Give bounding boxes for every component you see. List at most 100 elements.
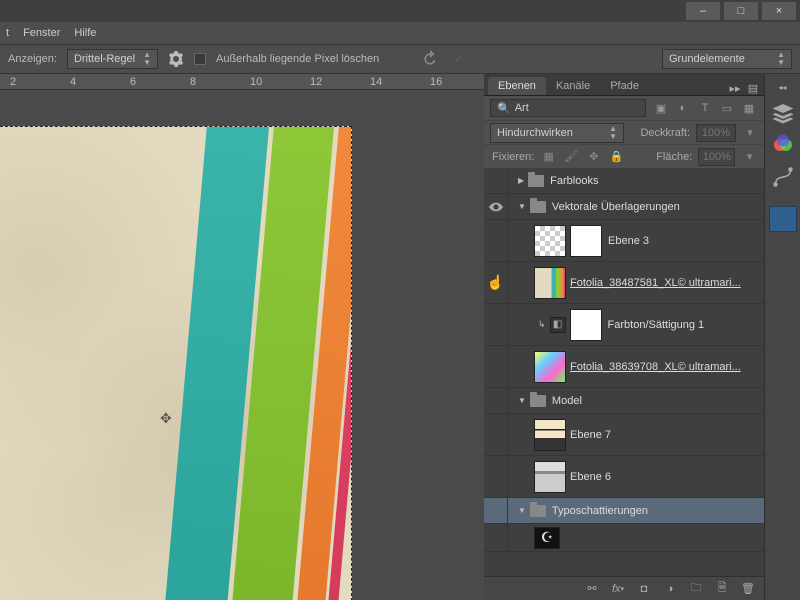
overlay-dropdown[interactable]: Drittel-Regel ▲▼ <box>67 49 158 69</box>
blend-mode-dropdown[interactable]: Hindurchwirken ▲▼ <box>490 123 624 143</box>
workspace-dropdown[interactable]: Grundelemente ▲▼ <box>662 49 792 69</box>
layer-thumbnail[interactable] <box>534 267 566 299</box>
fill-input[interactable]: 100% <box>698 148 735 166</box>
layer-partial[interactable] <box>484 524 764 552</box>
layer-name[interactable]: Ebene 7 <box>570 429 611 441</box>
layer-name[interactable]: Vektorale Überlagerungen <box>552 201 680 213</box>
layers-list[interactable]: ▶ Farblooks ▼ Vektorale Überlagerungen Ebe… <box>484 168 764 576</box>
layer-fotolia1[interactable]: ☝ Fotolia_38487581_XL© ultramari... <box>484 262 764 304</box>
disclosure-triangle-icon[interactable]: ▼ <box>518 202 526 211</box>
layers-panel-icon[interactable] <box>769 100 797 126</box>
ruler-tick: 14 <box>370 76 382 88</box>
delete-pixels-checkbox[interactable] <box>194 53 206 65</box>
filter-smart-icon[interactable]: ▦ <box>740 100 758 116</box>
window-maximize-button[interactable]: □ <box>724 2 758 20</box>
fill-scrub-icon[interactable]: ▾ <box>741 149 758 165</box>
document-canvas[interactable] <box>0 126 352 600</box>
filter-type-icon[interactable]: T <box>696 100 714 116</box>
collapse-panel-icon[interactable]: ▸▸ <box>728 81 742 95</box>
reset-crop-icon[interactable] <box>419 50 441 68</box>
panel-menu-icon[interactable]: ▤ <box>746 81 760 95</box>
layer-thumbnail[interactable] <box>534 461 566 493</box>
layer-name[interactable]: Farbton/Sättigung 1 <box>608 319 705 331</box>
layer-ebene3[interactable]: Ebene 3 <box>484 220 764 262</box>
lock-transparency-icon[interactable]: ▦ <box>540 149 557 165</box>
layer-thumbnail[interactable] <box>534 225 566 257</box>
adjustment-layer-icon[interactable]: ◑ <box>662 581 678 597</box>
lock-all-icon[interactable]: 🔒 <box>608 149 625 165</box>
visibility-toggle[interactable] <box>484 456 508 497</box>
disclosure-triangle-icon[interactable]: ▼ <box>518 506 526 515</box>
visibility-toggle[interactable] <box>484 414 508 455</box>
folder-icon <box>530 505 546 517</box>
visibility-toggle[interactable] <box>484 168 508 193</box>
filter-adjustment-icon[interactable]: ◐ <box>674 100 692 116</box>
ruler-tick: 8 <box>190 76 196 88</box>
filter-pixel-icon[interactable]: ▣ <box>652 100 670 116</box>
visibility-toggle[interactable] <box>484 194 508 219</box>
layer-thumbnail[interactable] <box>534 527 560 549</box>
layer-group-model[interactable]: ▼ Model <box>484 388 764 414</box>
hand-cursor-icon: ☝ <box>487 274 504 291</box>
layer-name[interactable]: Typoschattierungen <box>552 505 648 517</box>
opacity-input[interactable]: 100% <box>696 124 736 142</box>
expand-strip-icon[interactable]: ◂◂ <box>769 80 797 94</box>
new-layer-icon[interactable]: 🗎 <box>714 581 730 597</box>
layer-group-typo[interactable]: ▼ Typoschattierungen <box>484 498 764 524</box>
filter-kind-dropdown[interactable]: 🔍 Art <box>490 99 646 117</box>
filter-shape-icon[interactable]: ▭ <box>718 100 736 116</box>
layer-mask-thumbnail[interactable] <box>570 309 602 341</box>
adjustment-thumbnail[interactable]: ◧ <box>550 317 566 333</box>
layer-fotolia2[interactable]: Fotolia_38639708_XL© ultramari... <box>484 346 764 388</box>
visibility-toggle[interactable] <box>484 220 508 261</box>
lock-pixels-icon[interactable]: 🖌 <box>563 149 580 165</box>
layer-name[interactable]: Ebene 6 <box>570 471 611 483</box>
link-layers-icon[interactable]: ⚯ <box>584 581 600 597</box>
layer-name[interactable]: Farblooks <box>550 175 598 187</box>
visibility-toggle[interactable] <box>484 524 508 551</box>
paths-panel-icon[interactable] <box>769 164 797 190</box>
disclosure-triangle-icon[interactable]: ▶ <box>518 176 524 185</box>
visibility-toggle[interactable] <box>484 388 508 413</box>
menu-item-truncated[interactable]: t <box>6 27 9 39</box>
layer-group-farblooks[interactable]: ▶ Farblooks <box>484 168 764 194</box>
layer-name[interactable]: Ebene 3 <box>608 235 649 247</box>
selected-blue-panel-icon[interactable] <box>769 206 797 232</box>
lock-fill-row: Fixieren: ▦ 🖌 ✥ 🔒 Fläche: 100% ▾ <box>484 144 764 168</box>
layer-mask-thumbnail[interactable] <box>570 225 602 257</box>
layer-name[interactable]: Fotolia_38639708_XL© ultramari... <box>570 361 741 373</box>
menu-item-window[interactable]: Fenster <box>23 27 60 39</box>
undo-redo-group: ✓ <box>419 50 469 68</box>
lock-position-icon[interactable]: ✥ <box>586 149 603 165</box>
panels-column: Ebenen Kanäle Pfade ▸▸ ▤ 🔍 Art ▣ ◐ T ▭ ▦… <box>484 74 764 600</box>
layer-thumbnail[interactable] <box>534 351 566 383</box>
channels-panel-icon[interactable] <box>769 132 797 158</box>
tab-paths[interactable]: Pfade <box>600 77 649 95</box>
delete-layer-icon[interactable]: 🗑 <box>740 581 756 597</box>
gear-icon[interactable] <box>168 51 184 67</box>
disclosure-triangle-icon[interactable]: ▼ <box>518 396 526 405</box>
commit-crop-icon[interactable]: ✓ <box>447 50 469 68</box>
visibility-toggle[interactable] <box>484 346 508 387</box>
visibility-toggle[interactable]: ☝ <box>484 262 508 303</box>
layer-hue-sat[interactable]: ↳◧Farbton/Sättigung 1 <box>484 304 764 346</box>
layer-ebene6[interactable]: Ebene 6 <box>484 456 764 498</box>
add-mask-icon[interactable]: ◘ <box>636 581 652 597</box>
opacity-scrub-icon[interactable]: ▾ <box>742 125 758 141</box>
layer-ebene7[interactable]: Ebene 7 <box>484 414 764 456</box>
visibility-toggle[interactable] <box>484 498 508 523</box>
layer-thumbnail[interactable] <box>534 419 566 451</box>
layer-group-vectors[interactable]: ▼ Vektorale Überlagerungen <box>484 194 764 220</box>
canvas-viewport[interactable]: ✥ <box>0 90 484 600</box>
visibility-toggle[interactable] <box>484 304 508 345</box>
menu-item-help[interactable]: Hilfe <box>74 27 96 39</box>
horizontal-ruler[interactable]: 2 4 6 8 10 12 14 16 <box>0 74 484 90</box>
tab-layers[interactable]: Ebenen <box>488 77 546 95</box>
layer-style-icon[interactable]: fx▾ <box>610 581 626 597</box>
layer-name[interactable]: Fotolia_38487581_XL© ultramari... <box>570 277 741 289</box>
new-group-icon[interactable]: 🗀 <box>688 581 704 597</box>
window-close-button[interactable]: × <box>762 2 796 20</box>
layer-name[interactable]: Model <box>552 395 582 407</box>
tab-channels[interactable]: Kanäle <box>546 77 600 95</box>
window-minimize-button[interactable]: – <box>686 2 720 20</box>
